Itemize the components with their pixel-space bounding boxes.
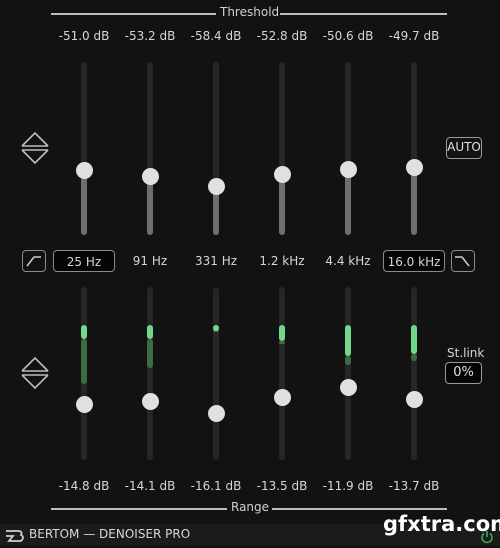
range-slider-track[interactable]: [411, 287, 417, 460]
threshold-slider-thumb[interactable]: [75, 162, 93, 180]
range-meter-level: [345, 325, 351, 357]
threshold-slider-thumb[interactable]: [273, 165, 291, 183]
high-cut-filter-icon: [455, 256, 470, 267]
threshold-value-label: -50.6 dB: [322, 29, 374, 43]
frequency-input[interactable]: 16.0 kHz: [383, 250, 445, 272]
range-meter-peak: [279, 340, 285, 345]
threshold-slider-thumb[interactable]: [207, 178, 225, 196]
threshold-header-line-right: [280, 13, 447, 15]
range-slider-track[interactable]: [213, 287, 219, 460]
range-value-label: -11.9 dB: [322, 479, 374, 493]
range-meter-level: [279, 325, 285, 341]
range-slider-thumb[interactable]: [75, 396, 93, 414]
threshold-title: Threshold: [220, 5, 280, 19]
range-link-icon[interactable]: [19, 356, 51, 390]
threshold-link-icon[interactable]: [19, 131, 51, 165]
range-title: Range: [231, 500, 270, 514]
range-meter-peak: [345, 356, 351, 365]
auto-threshold-button[interactable]: AUTO: [446, 137, 482, 159]
range-slider-thumb[interactable]: [141, 392, 159, 410]
threshold-value-label: -58.4 dB: [190, 29, 242, 43]
stereo-link-field[interactable]: 0%: [445, 362, 482, 384]
threshold-slider-fill: [147, 176, 153, 235]
threshold-slider-thumb[interactable]: [339, 160, 357, 178]
range-meter-peak: [147, 338, 153, 369]
frequency-label: 331 Hz: [194, 254, 238, 268]
range-slider-track[interactable]: [147, 287, 153, 460]
threshold-value-label: -49.7 dB: [388, 29, 440, 43]
range-value-label: -13.5 dB: [256, 479, 308, 493]
range-value-label: -14.8 dB: [58, 479, 110, 493]
threshold-slider-fill: [345, 169, 351, 235]
range-value-label: -13.7 dB: [388, 479, 440, 493]
power-button[interactable]: [480, 529, 494, 548]
range-meter-level: [411, 325, 417, 355]
range-meter-peak: [81, 338, 87, 384]
frequency-label: 1.2 kHz: [259, 254, 305, 268]
power-icon: [481, 531, 493, 544]
frequency-label: 4.4 kHz: [325, 254, 371, 268]
bertom-logo-icon: [4, 528, 26, 547]
range-header-line-left: [51, 508, 227, 510]
low-cut-filter-button[interactable]: [22, 250, 46, 272]
range-slider-thumb[interactable]: [339, 378, 357, 396]
footer-brand: BERTOM — DENOISER PRO: [29, 527, 191, 541]
range-slider-track[interactable]: [345, 287, 351, 460]
high-cut-filter-button[interactable]: [451, 250, 475, 272]
low-cut-filter-icon: [26, 256, 41, 267]
threshold-header-line-left: [51, 13, 216, 15]
range-value-label: -16.1 dB: [190, 479, 242, 493]
frequency-label: 91 Hz: [132, 254, 168, 268]
range-meter-level: [213, 325, 219, 332]
range-slider-thumb[interactable]: [273, 389, 291, 407]
threshold-slider-thumb[interactable]: [141, 167, 159, 185]
threshold-slider-fill: [81, 170, 87, 235]
stereo-link-label: St.link: [447, 346, 485, 360]
threshold-value-label: -53.2 dB: [124, 29, 176, 43]
range-slider-thumb[interactable]: [207, 404, 225, 422]
range-meter-level: [81, 325, 87, 339]
range-slider-track[interactable]: [279, 287, 285, 460]
frequency-input[interactable]: 25 Hz: [53, 250, 115, 272]
threshold-slider-fill: [411, 167, 417, 235]
threshold-slider-fill: [279, 174, 285, 235]
threshold-slider-thumb[interactable]: [405, 159, 423, 177]
range-slider-thumb[interactable]: [405, 390, 423, 408]
threshold-value-label: -52.8 dB: [256, 29, 308, 43]
range-value-label: -14.1 dB: [124, 479, 176, 493]
range-meter-level: [147, 325, 153, 339]
range-header-line-right: [272, 508, 447, 510]
threshold-value-label: -51.0 dB: [58, 29, 110, 43]
